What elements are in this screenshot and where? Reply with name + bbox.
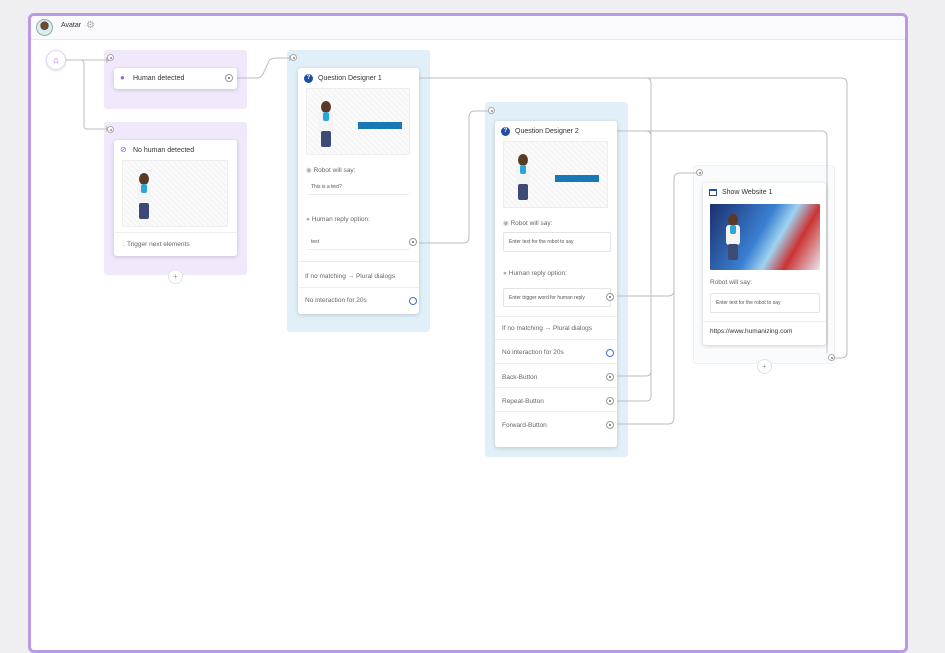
preview-button <box>555 175 599 182</box>
no-interaction-port[interactable] <box>606 349 614 357</box>
group-port[interactable] <box>696 169 703 176</box>
no-interaction-port[interactable] <box>409 297 417 305</box>
no-interaction-label: No interaction for 20s <box>305 297 367 304</box>
help-icon: ? <box>501 127 510 136</box>
node-title: Question Designer 2 <box>515 128 579 135</box>
back-button-label: Back-Button <box>502 374 538 381</box>
person-icon: ● <box>503 270 507 277</box>
arrow-down-icon: ↓ <box>122 241 126 248</box>
node-title: Show Website 1 <box>722 189 773 196</box>
robot-say-label: Robot will say: <box>510 220 553 227</box>
forward-button-port[interactable] <box>606 421 614 429</box>
robot-say-field[interactable]: This is a test? <box>306 179 410 195</box>
no-person-icon: ⊘ <box>120 145 127 154</box>
avatar-figure <box>512 154 534 200</box>
repeat-button-label: Repeat-Button <box>502 398 544 405</box>
node-question-designer-1[interactable]: ? Question Designer 1 ◉ Robot will say: … <box>298 68 419 314</box>
avatar-figure <box>133 173 155 219</box>
reply-label: Human reply option: <box>311 216 370 223</box>
robot-say-label: Robot will say: <box>710 279 752 286</box>
group-port[interactable] <box>107 54 114 61</box>
robot-say-label: Robot will say: <box>313 167 356 174</box>
reply-output-port[interactable] <box>409 238 417 246</box>
node-title: Human detected <box>133 74 185 82</box>
avatar-preview <box>122 160 228 227</box>
website-output-port[interactable] <box>828 354 835 361</box>
home-icon[interactable]: ⌂ <box>46 50 66 70</box>
avatar-figure <box>315 101 337 147</box>
robot-say-field[interactable]: Enter text for the robot to say <box>503 232 611 252</box>
add-node-button[interactable]: + <box>168 269 183 284</box>
node-title: Question Designer 1 <box>318 75 382 82</box>
repeat-button-port[interactable] <box>606 397 614 405</box>
website-url: https://www.humanizing.com <box>710 328 793 335</box>
robot-say-field[interactable]: Enter text for the robot to say <box>710 293 820 313</box>
website-preview <box>710 204 820 270</box>
node-human-detected[interactable]: ● Human detected <box>114 68 237 89</box>
output-port[interactable] <box>225 74 233 82</box>
preview-button <box>358 122 402 129</box>
node-show-website[interactable]: Show Website 1 Robot will say: Enter tex… <box>703 183 826 345</box>
avatar-preview <box>306 88 410 155</box>
group-port[interactable] <box>488 107 495 114</box>
reply-output-port[interactable] <box>606 293 614 301</box>
node-question-designer-2[interactable]: ? Question Designer 2 ◉ Robot will say: … <box>495 121 617 447</box>
back-button-port[interactable] <box>606 373 614 381</box>
group-port[interactable] <box>290 54 297 61</box>
no-interaction-label: No interaction for 20s <box>502 349 564 356</box>
trigger-label: Trigger next elements <box>126 241 190 248</box>
no-match-label: If no matching → Plural dialogs <box>502 325 592 332</box>
reply-field[interactable]: test <box>306 234 410 250</box>
person-icon: ● <box>120 73 125 82</box>
reply-field[interactable]: Enter trigger word for human reply <box>503 288 611 307</box>
person-icon: ● <box>306 216 310 223</box>
help-icon: ? <box>304 74 313 83</box>
reply-label: Human reply option: <box>508 270 567 277</box>
no-match-label: If no matching → Plural dialogs <box>305 273 395 280</box>
forward-button-label: Forward-Button <box>502 422 547 429</box>
node-no-human-detected[interactable]: ⊘ No human detected ↓ Trigger next eleme… <box>114 140 237 256</box>
group-port[interactable] <box>107 126 114 133</box>
avatar-preview <box>503 141 608 208</box>
speech-icon: ◉ <box>503 220 509 227</box>
speech-icon: ◉ <box>306 167 312 174</box>
workflow-editor: Avatar ⚙ ⌂ ● Human detected ⊘ No human d… <box>28 13 908 653</box>
node-title: No human detected <box>133 146 195 154</box>
add-node-button[interactable]: + <box>757 359 772 374</box>
browser-icon <box>709 189 717 196</box>
avatar-figure <box>722 214 744 260</box>
